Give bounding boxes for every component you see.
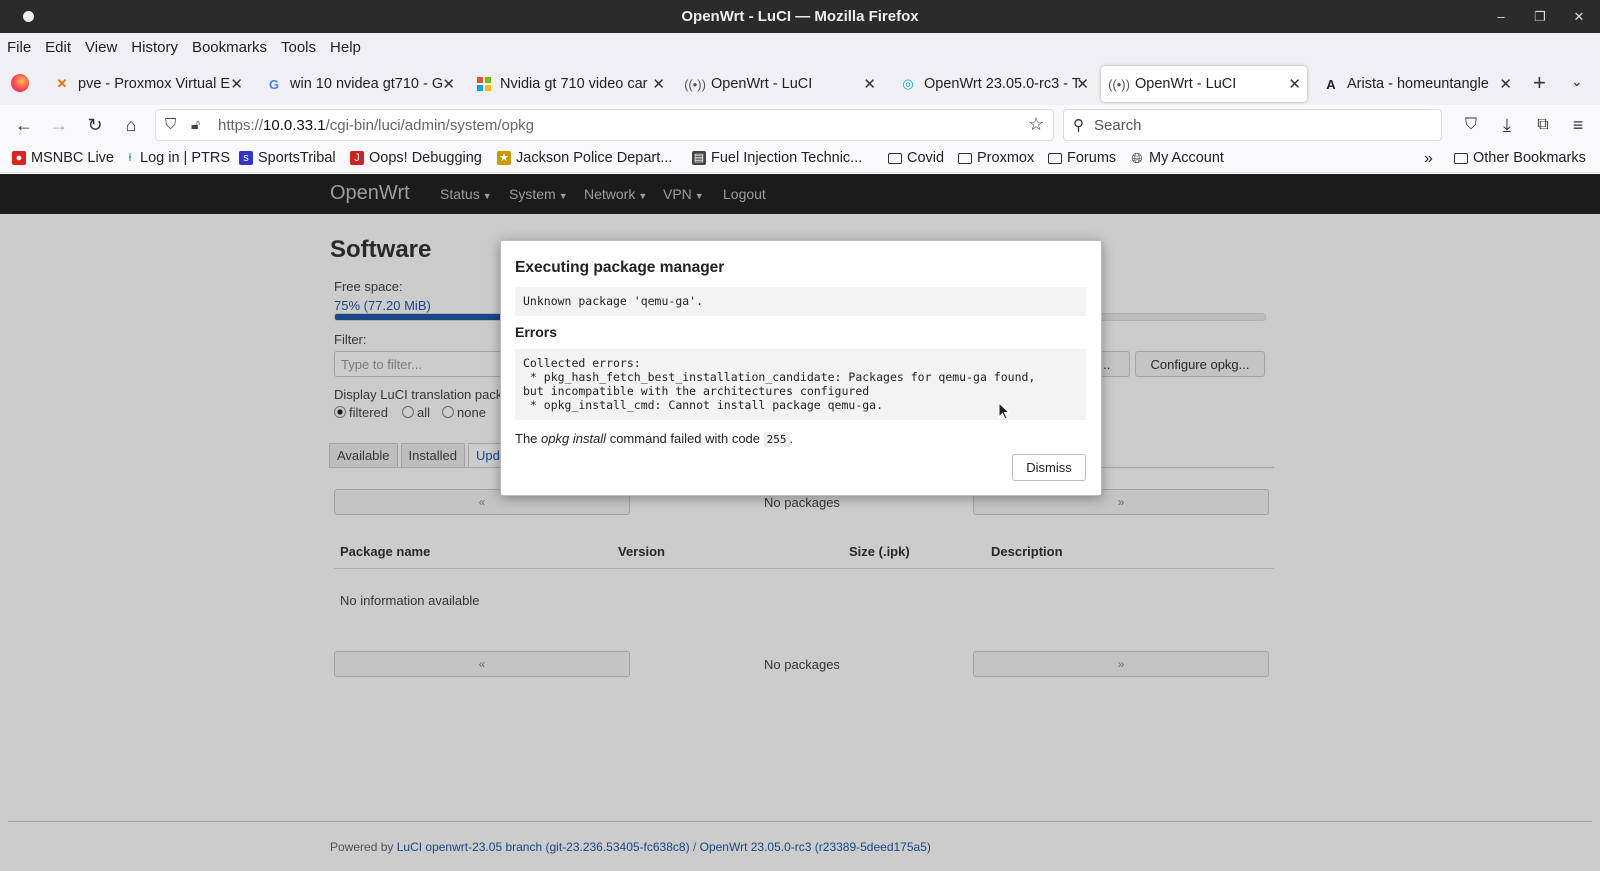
bookmark-folder-proxmox[interactable]: Proxmox [958,150,1034,166]
search-input[interactable]: ⚲ Search [1063,109,1442,141]
hamburger-menu-icon[interactable]: ≡ [1567,114,1589,136]
back-icon[interactable]: ← [13,114,35,136]
errors-heading: Errors [515,324,558,340]
caret-down-icon: ▼ [558,191,568,201]
search-icon: ⚲ [1073,117,1084,134]
tab-close-icon[interactable]: ✕ [228,75,243,93]
restore-icon[interactable]: ❐ [1530,7,1550,27]
google-icon: G [268,76,280,92]
modal-message: The opkg install command failed with cod… [515,431,794,447]
luci-brand[interactable]: OpenWrt [330,182,410,205]
bookmark-my-account[interactable]: 🌐︎ My Account [1130,150,1224,166]
folder-icon [1454,152,1468,164]
dismiss-button[interactable]: Dismiss [1012,454,1086,481]
bookmark-folder-covid[interactable]: Covid [888,150,944,166]
lock-icon[interactable]: 🔓︎ [191,116,200,133]
tracking-protection-icon[interactable]: ⛉ [165,116,176,133]
new-tab-icon[interactable]: + [1533,70,1546,96]
tab-close-icon[interactable]: ✕ [650,75,665,93]
tab-openwrt-forum[interactable]: ◎ OpenWrt 23.05.0-rc3 - T ✕ [890,66,1095,102]
reload-icon[interactable]: ↻ [84,114,106,136]
window-title: OpenWrt - LuCI — Mozilla Firefox [681,8,919,25]
url-bar[interactable]: ⛉ 🔓︎ https://10.0.33.1/cgi-bin/luci/admi… [155,109,1054,141]
openwrt-forum-icon: ◎ [902,76,914,91]
more-bookmarks-icon[interactable]: » [1424,150,1433,168]
navigation-bar: ← → ↻ ⌂ ⛉ 🔓︎ https://10.0.33.1/cgi-bin/l… [0,105,1600,145]
menu-file[interactable]: File [7,39,31,56]
bookmark-folder-forums[interactable]: Forums [1048,150,1116,166]
msnbc-icon: ● [12,151,26,165]
fuel-injection-icon: ▤ [692,151,706,165]
package-manager-modal: Executing package manager Unknown packag… [500,240,1102,496]
nav-system[interactable]: System ▼ [509,186,568,202]
ptrs-icon: ⱡ [128,152,132,164]
bookmark-other-bookmarks[interactable]: Other Bookmarks [1454,150,1586,166]
window-titlebar: OpenWrt - LuCI — Mozilla Firefox – ❐ ✕ [0,0,1600,33]
luci-header: OpenWrt Status ▼ System ▼ Network ▼ VPN ▼ Lo… [0,174,1600,214]
extensions-icon[interactable]: ⧉ [1532,114,1554,136]
bookmark-star-icon[interactable]: ☆ [1028,114,1044,135]
nav-status[interactable]: Status ▼ [440,186,492,202]
forward-icon[interactable]: → [48,114,70,136]
nav-logout[interactable]: Logout [723,186,766,202]
folder-icon [888,152,902,164]
nav-network[interactable]: Network ▼ [584,186,647,202]
proxmox-icon: ✕ [56,76,68,91]
globe-icon: 🌐︎ [1131,150,1143,166]
menu-view[interactable]: View [85,39,117,56]
close-window-icon[interactable]: ✕ [1569,7,1589,27]
minimize-icon[interactable]: – [1491,7,1511,27]
tab-close-icon[interactable]: ✕ [440,75,455,93]
sportstribal-icon: s [239,151,253,165]
menu-history[interactable]: History [131,39,178,56]
modal-title: Executing package manager [515,259,725,276]
tab-google[interactable]: G win 10 nvidea gt710 - G ✕ [256,66,461,102]
modal-output: Unknown package 'qemu-ga'. [515,287,1086,316]
menu-bookmarks[interactable]: Bookmarks [192,39,267,56]
menu-tools[interactable]: Tools [281,39,316,56]
tab-close-icon[interactable]: ✕ [1286,75,1301,93]
tab-openwrt-luci-active[interactable]: ((•)) OpenWrt - LuCI ✕ [1101,66,1307,102]
arista-icon: A [1326,76,1336,92]
bookmark-ptrs[interactable]: ⱡ Log in | PTRS [125,150,230,166]
microsoft-icon [476,76,492,92]
caret-down-icon: ▼ [694,191,704,201]
exit-code: 255 [763,432,790,447]
caret-down-icon: ▼ [482,191,492,201]
mouse-cursor-icon [998,402,1010,420]
debugging-icon: J [350,151,364,165]
pocket-icon[interactable]: ⛉ [1460,114,1482,136]
bookmark-fuel-injection[interactable]: ▤ Fuel Injection Technic... [692,150,862,166]
menu-help[interactable]: Help [330,39,361,56]
menubar: File Edit View History Bookmarks Tools H… [0,33,1600,62]
home-icon[interactable]: ⌂ [120,114,142,136]
bookmark-oops-debugging[interactable]: J Oops! Debugging [350,150,482,166]
firefox-view-icon[interactable] [11,74,29,92]
list-tabs-icon[interactable]: ⌄ [1571,73,1583,90]
bookmark-sportstribal[interactable]: s SportsTribal [239,150,336,166]
bookmark-jackson-police[interactable]: ★ Jackson Police Depart... [497,150,672,166]
openwrt-icon: ((•)) [684,76,706,92]
folder-icon [958,152,972,164]
police-icon: ★ [497,151,511,165]
tab-bar: ✕ pve - Proxmox Virtual E ✕ G win 10 nvi… [0,62,1600,105]
menu-edit[interactable]: Edit [45,39,71,56]
bookmarks-toolbar: ● MSNBC Live ⱡ Log in | PTRS s SportsTribal… [0,145,1600,173]
tab-close-icon[interactable]: ✕ [1497,75,1512,93]
folder-icon [1048,152,1062,164]
url-text[interactable]: https://10.0.33.1/cgi-bin/luci/admin/sys… [218,117,534,134]
tab-close-icon[interactable]: ✕ [861,75,876,93]
nav-vpn[interactable]: VPN ▼ [663,186,704,202]
openwrt-icon: ((•)) [1108,76,1130,92]
downloads-icon[interactable]: ⤓ [1496,114,1518,136]
bookmark-msnbc[interactable]: ● MSNBC Live [12,150,114,166]
tab-openwrt-luci[interactable]: ((•)) OpenWrt - LuCI ✕ [677,66,882,102]
tab-arista[interactable]: A Arista - homeuntangle ✕ [1313,66,1518,102]
tab-close-icon[interactable]: ✕ [1074,75,1089,93]
tab-proxmox[interactable]: ✕ pve - Proxmox Virtual E ✕ [44,66,249,102]
tab-microsoft[interactable]: Nvidia gt 710 video car ✕ [466,66,671,102]
caret-down-icon: ▼ [638,191,648,201]
